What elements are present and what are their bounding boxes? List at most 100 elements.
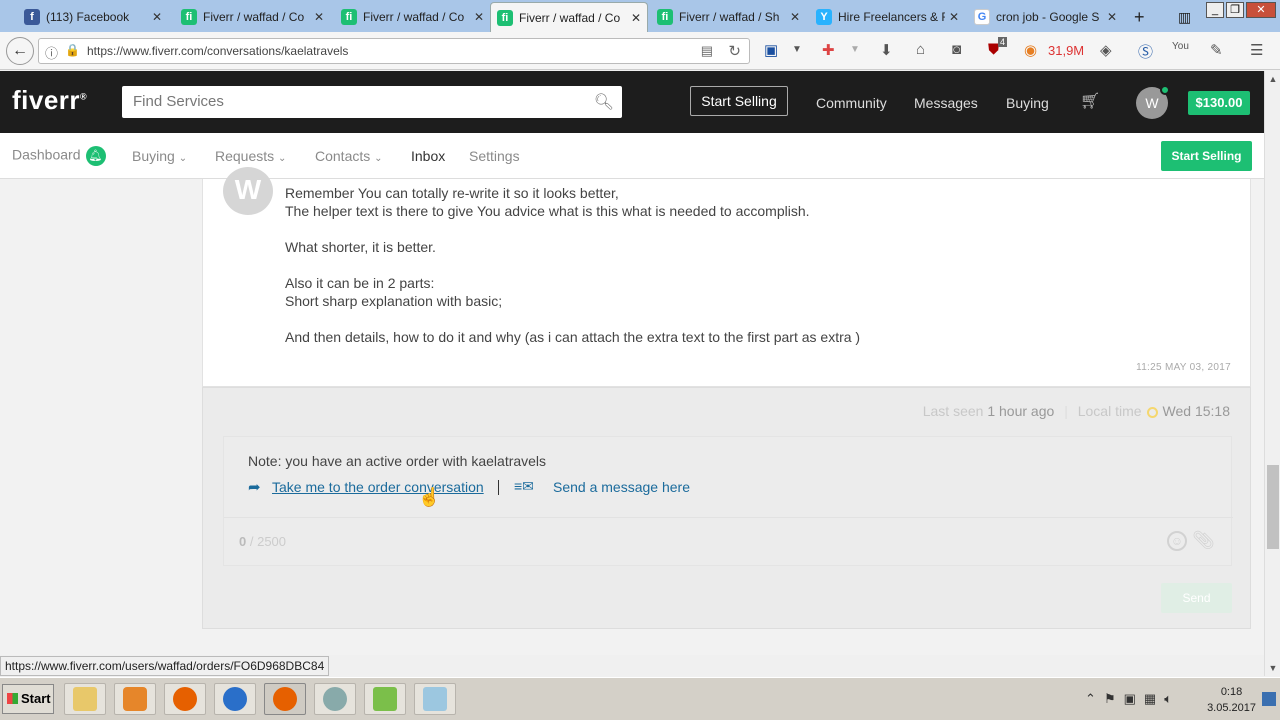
last-seen-label: Last seen [922, 403, 984, 419]
back-button-icon[interactable]: ← [6, 37, 34, 65]
maximize-icon[interactable]: ❐ [1226, 2, 1244, 18]
tray-expand-icon[interactable]: ⌃ [1085, 691, 1096, 707]
media-player-icon[interactable] [114, 683, 156, 715]
search-input[interactable]: Find Services 🔍︎ [122, 86, 622, 118]
fiverr-logo[interactable]: fiverr® [12, 85, 87, 116]
tab-fiverr-3[interactable]: fi Fiverr / waffad / Sh ✕ [651, 2, 806, 32]
sender-avatar[interactable]: W [223, 167, 273, 215]
tab-title: cron job - Google S [996, 10, 1100, 24]
thunderbird-icon[interactable] [214, 683, 256, 715]
balance-badge[interactable]: $130.00 [1188, 91, 1250, 115]
tab-fiverr-2[interactable]: fi Fiverr / waffad / Co ✕ [335, 2, 490, 32]
reader-view-icon[interactable]: ▤ [701, 43, 713, 59]
home-icon[interactable]: ⌂ [916, 41, 925, 58]
tab-freelancer[interactable]: Y Hire Freelancers & F ✕ [810, 2, 965, 32]
chevron-down-icon: ⌄ [278, 153, 287, 164]
subnav-dashboard[interactable]: Dashboard 🔔︎ [12, 146, 106, 166]
subnav-settings[interactable]: Settings [469, 148, 520, 164]
avatar[interactable]: W [1136, 85, 1170, 119]
search-icon[interactable]: 🔍︎ [594, 92, 614, 112]
community-link[interactable]: Community [816, 95, 887, 111]
attachment-icon[interactable]: 📎︎ [1192, 530, 1215, 551]
pocket-icon[interactable]: ◙ [952, 41, 961, 58]
send-button[interactable]: Send [1161, 583, 1232, 613]
link-divider [498, 480, 499, 495]
download-icon[interactable]: ⬇ [880, 41, 893, 59]
memory-icon[interactable]: ◉ [1024, 41, 1037, 59]
scrollbar-thumb[interactable] [1267, 465, 1279, 549]
presence-info: Last seen 1 hour ago | Local time Wed 15:… [922, 403, 1230, 419]
explorer-icon[interactable] [64, 683, 106, 715]
info-icon[interactable]: ⓘ [45, 43, 58, 62]
close-tab-icon[interactable]: ✕ [786, 10, 800, 24]
show-desktop-icon[interactable] [1262, 692, 1276, 706]
tab-facebook[interactable]: f (113) Facebook ✕ [18, 2, 168, 32]
tab-title: Fiverr / waffad / Co [203, 10, 305, 24]
message-card: W Remember You can totally re-write it s… [202, 167, 1251, 387]
scroll-down-icon[interactable]: ▼ [1265, 660, 1280, 676]
close-tab-icon[interactable]: ✕ [1103, 10, 1117, 24]
buying-link[interactable]: Buying [1006, 95, 1049, 111]
start-selling-button[interactable]: Start Selling [690, 86, 788, 116]
close-tab-icon[interactable]: ✕ [310, 10, 324, 24]
eraser-icon[interactable] [414, 683, 456, 715]
url-bar[interactable]: ⓘ 🔒 https://www.fiverr.com/conversations… [38, 38, 750, 64]
system-clock[interactable]: 0:18 3.05.2017 [1207, 684, 1256, 716]
close-tab-icon[interactable]: ✕ [627, 11, 641, 25]
close-window-icon[interactable]: ✕ [1246, 2, 1276, 18]
addon-icon[interactable]: ✚ [822, 41, 835, 59]
clock-icon [1146, 406, 1158, 418]
order-conversation-link[interactable]: Take me to the order conversation [272, 479, 484, 495]
scroll-up-icon[interactable]: ▲ [1265, 71, 1280, 87]
close-tab-icon[interactable]: ✕ [470, 10, 484, 24]
start-button[interactable]: Start [2, 684, 54, 714]
clock-time: 0:18 [1220, 686, 1243, 698]
close-tab-icon[interactable]: ✕ [148, 10, 162, 24]
subnav-contacts[interactable]: Contacts ⌄ [315, 148, 383, 164]
tab-fiverr-1[interactable]: fi Fiverr / waffad / Co ✕ [175, 2, 330, 32]
subnav-inbox[interactable]: Inbox [411, 148, 445, 164]
clock-date: 3.05.2017 [1207, 702, 1256, 714]
tab-fiverr-active[interactable]: fi Fiverr / waffad / Co ✕ [490, 2, 648, 32]
memory-counter: 31,9M [1048, 43, 1085, 58]
sidebar-icon[interactable]: ▥ [1172, 2, 1198, 32]
network-tool-icon[interactable] [314, 683, 356, 715]
volume-icon[interactable]: 🔈︎ [1164, 691, 1172, 707]
subnav-buying[interactable]: Buying ⌄ [132, 148, 187, 164]
tab-title: Fiverr / waffad / Co [519, 10, 621, 25]
chevron-down-icon: ⌄ [374, 153, 383, 164]
firefox-active-icon[interactable] [264, 683, 306, 715]
reply-panel: Last seen 1 hour ago | Local time Wed 15:… [202, 387, 1251, 629]
messages-link[interactable]: Messages [914, 95, 978, 111]
subnav-requests[interactable]: Requests ⌄ [215, 148, 286, 164]
vertical-scrollbar[interactable]: ▲ ▼ [1264, 71, 1280, 676]
s-extension-icon[interactable]: Ⓢ [1138, 41, 1153, 62]
mask-icon[interactable]: ◈ [1100, 41, 1112, 59]
tab-google[interactable]: G cron job - Google S ✕ [968, 2, 1123, 32]
device-icon[interactable]: ▣ [1124, 691, 1136, 707]
new-tab-button[interactable]: + [1128, 2, 1156, 32]
firefox-icon[interactable] [164, 683, 206, 715]
flag-icon[interactable]: ⚑ [1104, 691, 1116, 707]
online-indicator [1160, 85, 1170, 95]
fiverr-icon: fi [181, 9, 197, 25]
network-icon[interactable]: ▦ [1144, 691, 1156, 707]
dropdown-icon[interactable]: ▼ [850, 44, 860, 55]
dropdown-icon[interactable]: ▼ [792, 44, 802, 55]
youtube-icon[interactable]: You [1172, 41, 1189, 52]
tab-title: Hire Freelancers & F [838, 10, 945, 24]
start-selling-cta-button[interactable]: Start Selling [1161, 141, 1252, 171]
fiverr-icon: fi [497, 9, 513, 26]
save-icon[interactable]: ▣ [764, 41, 778, 59]
send-message-link[interactable]: Send a message here [553, 479, 690, 495]
ublock-badge: 4 [998, 37, 1008, 47]
minimize-icon[interactable]: _ [1206, 2, 1224, 18]
emoji-icon[interactable]: ☺ [1167, 531, 1187, 551]
menu-icon[interactable]: ☰ [1250, 41, 1263, 59]
pencil-icon[interactable]: ✎ [1210, 41, 1223, 59]
reload-icon[interactable]: ↻ [728, 42, 741, 60]
close-tab-icon[interactable]: ✕ [945, 10, 959, 24]
cart-icon[interactable]: 🛒︎ [1080, 91, 1102, 111]
notepad-icon[interactable] [364, 683, 406, 715]
status-url: https://www.fiverr.com/users/waffad/orde… [0, 656, 330, 676]
